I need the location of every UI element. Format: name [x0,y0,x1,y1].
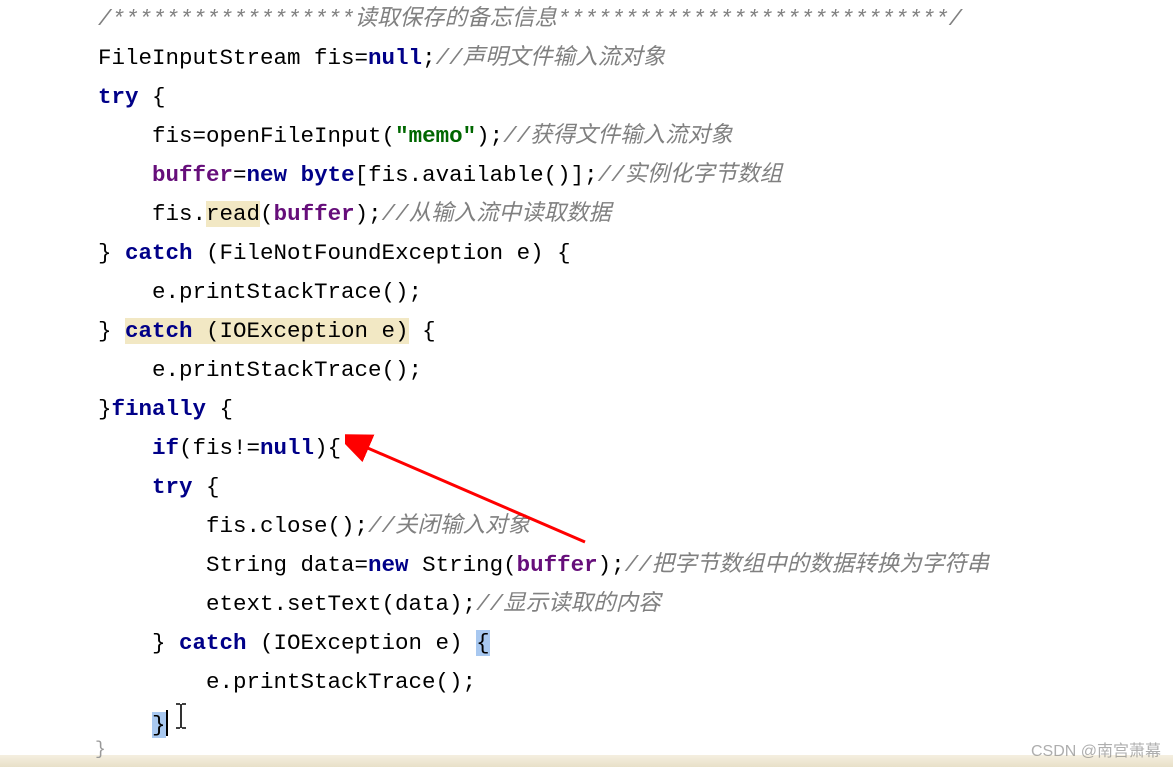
code-line: }finally { [0,390,1173,429]
code-line: fis.read(buffer);//从输入流中读取数据 [0,195,1173,234]
code-line: buffer=new byte[fis.available()];//实例化字节… [0,156,1173,195]
code-line: /******************读取保存的备忘信息************… [0,0,1173,39]
code-line: fis=openFileInput("memo");//获得文件输入流对象 [0,117,1173,156]
code-line: FileInputStream fis=null;//声明文件输入流对象 [0,39,1173,78]
comment: /******************读取保存的备忘信息************… [98,6,962,32]
fold-indicator-icon: } [95,740,106,760]
code-line: } catch (IOException e) { [0,312,1173,351]
code-line: String data=new String(buffer);//把字节数组中的… [0,546,1173,585]
code-line: try { [0,78,1173,117]
text-cursor [166,710,168,736]
code-line: fis.close();//关闭输入对象 [0,507,1173,546]
code-line: etext.setText(data);//显示读取的内容 [0,585,1173,624]
code-line: } [0,702,1173,741]
code-line: e.printStackTrace(); [0,351,1173,390]
bottom-strip [0,755,1173,767]
code-line: e.printStackTrace(); [0,663,1173,702]
code-line: } catch (IOException e) { [0,624,1173,663]
code-line: if(fis!=null){ [0,429,1173,468]
code-editor: /******************读取保存的备忘信息************… [0,0,1173,741]
code-line: } catch (FileNotFoundException e) { [0,234,1173,273]
code-line: e.printStackTrace(); [0,273,1173,312]
code-line: try { [0,468,1173,507]
ibeam-cursor-icon [174,702,188,744]
